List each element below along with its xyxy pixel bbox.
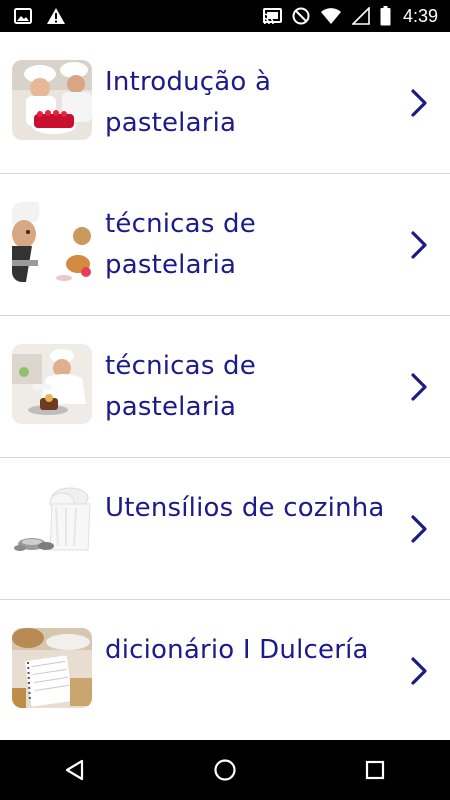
item-label: técnicas de pastelaria — [105, 209, 256, 280]
do-not-disturb-icon — [292, 7, 310, 25]
list-item[interactable]: Introdução à pastelaria — [0, 32, 450, 174]
item-label: técnicas de pastelaria — [105, 351, 256, 422]
chef-cake-thumbnail — [12, 60, 92, 140]
list-item[interactable]: técnicas de pastelaria — [0, 316, 450, 458]
chevron-right-icon — [411, 231, 427, 259]
battery-icon — [380, 6, 391, 26]
back-button[interactable] — [45, 740, 105, 800]
lesson-list: Introdução à pastelaria técnicas de past… — [0, 32, 450, 740]
back-icon — [65, 759, 84, 781]
chef-hat-thumbnail — [12, 486, 92, 566]
item-label: Utensílios de cozinha — [105, 493, 385, 523]
list-item[interactable]: dicionário I Dulcería — [0, 600, 450, 740]
chef-peek-thumbnail — [12, 202, 92, 282]
chevron-right-icon — [411, 373, 427, 401]
list-item[interactable]: técnicas de pastelaria — [0, 174, 450, 316]
recents-button[interactable] — [345, 740, 405, 800]
wifi-icon — [320, 7, 342, 25]
notebook-flour-thumbnail — [12, 628, 92, 708]
warning-icon — [46, 7, 66, 25]
navigation-bar — [0, 740, 450, 800]
home-button[interactable] — [195, 740, 255, 800]
chevron-right-icon — [411, 657, 427, 685]
recents-icon — [365, 760, 385, 780]
clock: 4:39 — [402, 5, 438, 26]
item-label: Introdução à pastelaria — [105, 67, 272, 138]
image-icon — [14, 8, 32, 24]
chevron-right-icon — [411, 515, 427, 543]
signal-icon — [351, 7, 370, 25]
chef-decorating-thumbnail — [12, 344, 92, 424]
list-item[interactable]: Utensílios de cozinha — [0, 458, 450, 600]
status-bar: 4:39 — [0, 0, 450, 32]
chevron-right-icon — [411, 89, 427, 117]
cast-icon — [262, 8, 282, 24]
home-icon — [214, 759, 236, 781]
item-label: dicionário I Dulcería — [105, 635, 369, 665]
